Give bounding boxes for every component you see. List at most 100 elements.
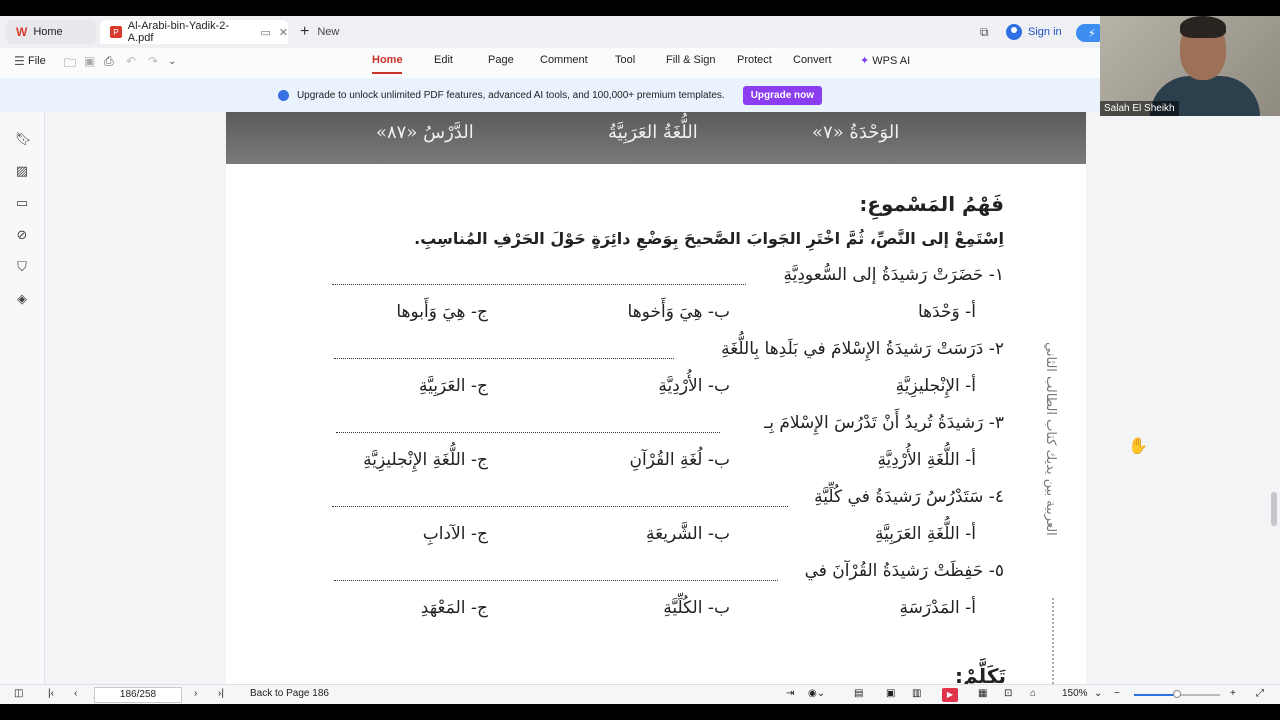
tab-home[interactable]: W Home xyxy=(6,20,96,44)
prev-page-icon[interactable]: ‹ xyxy=(74,688,77,699)
two-page-icon[interactable]: ▥ xyxy=(912,688,921,699)
bookmark-icon[interactable]: 🔖︎ xyxy=(15,132,32,146)
user-icon xyxy=(1006,24,1022,40)
fullscreen-icon[interactable]: ⤢ xyxy=(1256,688,1264,699)
attachment-icon[interactable]: ⊘ xyxy=(15,228,29,242)
vertical-scrollbar[interactable] xyxy=(1268,112,1280,684)
zoom-slider[interactable] xyxy=(1134,690,1220,698)
next-section-title: تَكَلَّمْ: xyxy=(955,664,1006,684)
q1-option-b: ب- هِيَ وَأَخوها xyxy=(627,302,730,322)
zoom-in-icon[interactable]: + xyxy=(1230,688,1236,699)
continuous-icon[interactable]: ▣ xyxy=(886,688,895,699)
menu-tool[interactable]: Tool xyxy=(615,54,635,66)
menu-convert[interactable]: Convert xyxy=(793,54,832,66)
instruction-text: اِسْتَمِعْ إلى النَّصِّ، ثُمَّ اخْتَرِ ا… xyxy=(414,229,1004,248)
tab-document[interactable]: P Al-Arabi-bin-Yadik-2-A.pdf ▭ ✕ xyxy=(100,20,288,44)
single-page-icon[interactable]: ▤ xyxy=(854,688,863,699)
menu-protect[interactable]: Protect xyxy=(737,54,772,66)
menu-wps-ai[interactable]: ✦ WPS AI xyxy=(860,54,910,67)
status-bar: ◫ |‹ ‹ 186/258 › ›| Back to Page 186 ⇥ ◉… xyxy=(0,684,1280,704)
open-folder-icon[interactable]: 🗀 xyxy=(64,54,76,75)
q3-option-c: ج- اللُّغَةِ الإِنْجليزِيَّةِ xyxy=(363,450,488,470)
info-icon xyxy=(277,89,289,101)
section-title: فَهْمُ المَسْموعِ: xyxy=(859,192,1004,216)
document-viewport[interactable]: الوَحْدَةُ «٧» اللُّغَةُ العَرَبِيَّةُ ا… xyxy=(46,112,1268,684)
menu-home[interactable]: Home xyxy=(372,54,403,66)
q2-option-a: أ- الإِنْجليزِيَّةِ xyxy=(895,376,976,396)
menu-edit[interactable]: Edit xyxy=(434,54,453,66)
file-menu[interactable]: File xyxy=(28,55,46,67)
pdf-icon: P xyxy=(110,26,122,38)
plus-icon: + xyxy=(300,23,310,40)
side-dotted-line xyxy=(1052,598,1054,684)
answer-line-5 xyxy=(334,580,778,581)
image-icon[interactable]: ▨ xyxy=(15,164,29,178)
stamp-icon[interactable]: ⛉ xyxy=(15,260,29,274)
question-1: ١- حَضَرَتْ رَشيدَةُ إلى السُّعودِيَّةِ xyxy=(783,265,1004,285)
q3-option-b: ب- لُغَةِ القُرْآنِ xyxy=(629,450,730,470)
hamburger-icon[interactable]: ☰ xyxy=(14,54,25,68)
scrollbar-thumb[interactable] xyxy=(1271,492,1277,526)
q4-option-a: أ- اللُّغَةِ العَرَبِيَّةِ xyxy=(875,524,976,544)
q1-option-a: أ- وَحْدَها xyxy=(917,302,976,322)
undo-icon[interactable]: ↶ xyxy=(126,54,136,68)
grid-view-icon[interactable]: ▦ xyxy=(978,688,987,699)
sign-in-label: Sign in xyxy=(1028,26,1062,38)
save-icon[interactable]: ▣ xyxy=(84,54,95,68)
sign-in-button[interactable]: Sign in xyxy=(1006,22,1062,42)
zoom-slider-knob[interactable] xyxy=(1173,690,1181,698)
close-tab-icon[interactable]: ✕ xyxy=(279,26,288,39)
sidebar-toggle-icon[interactable]: ◫ xyxy=(14,688,23,699)
new-tab-label: New xyxy=(317,26,340,38)
extract-icon[interactable]: ⇥ xyxy=(786,688,794,699)
webcam-overlay: Salah El Sheikh xyxy=(1100,16,1280,116)
more-chevron-icon[interactable]: ⌄ xyxy=(168,56,176,67)
menu-wps-ai-label: WPS AI xyxy=(872,55,911,67)
q4-option-c: ج- الآدابِ xyxy=(422,524,488,544)
app-window: W Home P Al-Arabi-bin-Yadik-2-A.pdf ▭ ✕ … xyxy=(0,16,1280,704)
active-menu-underline xyxy=(372,72,402,74)
hand-cursor-icon: ✋ xyxy=(1128,438,1148,455)
first-page-icon[interactable]: |‹ xyxy=(48,688,54,699)
comment-icon[interactable]: ▭ xyxy=(15,196,29,210)
presenter-name: Salah El Sheikh xyxy=(1100,101,1179,116)
question-2: ٢- دَرَسَتْ رَشيدَةُ الإِسْلامَ في بَلَد… xyxy=(721,339,1004,359)
zoom-dropdown-icon[interactable]: ⌄ xyxy=(1094,688,1102,699)
zoom-level[interactable]: 150% xyxy=(1062,688,1088,699)
q3-option-a: أ- اللُّغَةِ الأُرْدِيَّةِ xyxy=(877,450,976,470)
header-subject: اللُّغَةُ العَرَبِيَّةُ xyxy=(608,122,698,143)
new-tab-button[interactable]: + New xyxy=(300,20,339,44)
last-page-icon[interactable]: ›| xyxy=(218,688,224,699)
zoom-out-icon[interactable]: − xyxy=(1114,688,1120,699)
play-icon[interactable]: ▶ xyxy=(942,688,958,702)
back-to-page-link[interactable]: Back to Page 186 xyxy=(250,688,329,699)
tab-bar: W Home P Al-Arabi-bin-Yadik-2-A.pdf ▭ ✕ … xyxy=(0,16,1280,48)
book-side-title: العربية بين يديك كتاب الطالب الثاني xyxy=(1043,342,1058,536)
next-page-icon[interactable]: › xyxy=(194,688,197,699)
eye-icon[interactable]: ◉⌄ xyxy=(808,688,825,699)
banner-text: Upgrade to unlock unlimited PDF features… xyxy=(296,89,725,101)
q1-option-c: ج- هِيَ وَأَبوها xyxy=(396,302,488,322)
fit-icon[interactable]: ⊡ xyxy=(1004,688,1012,699)
background-icon[interactable]: ⌂ xyxy=(1030,688,1036,699)
window-icon[interactable]: ▭ xyxy=(260,26,270,39)
q5-option-c: ج- المَعْهَدِ xyxy=(420,598,488,618)
menu-page[interactable]: Page xyxy=(488,54,514,66)
q5-option-a: أ- المَدْرَسَةِ xyxy=(899,598,976,618)
presenter-hair xyxy=(1180,16,1226,38)
page-number-input[interactable]: 186/258 xyxy=(94,687,182,703)
menu-comment[interactable]: Comment xyxy=(540,54,588,66)
upgrade-now-button[interactable]: Upgrade now xyxy=(742,85,823,105)
window-mode-icon[interactable]: ⧉ xyxy=(980,22,989,42)
print-icon[interactable]: ⎙ xyxy=(104,54,114,69)
q2-option-c: ج- العَرَبِيَّةِ xyxy=(419,376,488,396)
answer-line-3 xyxy=(336,432,720,433)
layers-icon[interactable]: ◈ xyxy=(15,292,29,306)
zoom-slider-fill xyxy=(1134,694,1177,696)
question-5: ٥- حَفِظَتْ رَشيدَةُ القُرْآنَ في xyxy=(804,561,1004,581)
redo-icon[interactable]: ↷ xyxy=(148,54,158,68)
ai-star-icon: ✦ xyxy=(860,55,870,67)
q5-option-b: ب- الكُلِّيَّةِ xyxy=(663,598,730,618)
menu-fill-sign[interactable]: Fill & Sign xyxy=(666,54,716,66)
left-rail: 🔖︎ ▨ ▭ ⊘ ⛉ ◈ xyxy=(0,112,45,684)
